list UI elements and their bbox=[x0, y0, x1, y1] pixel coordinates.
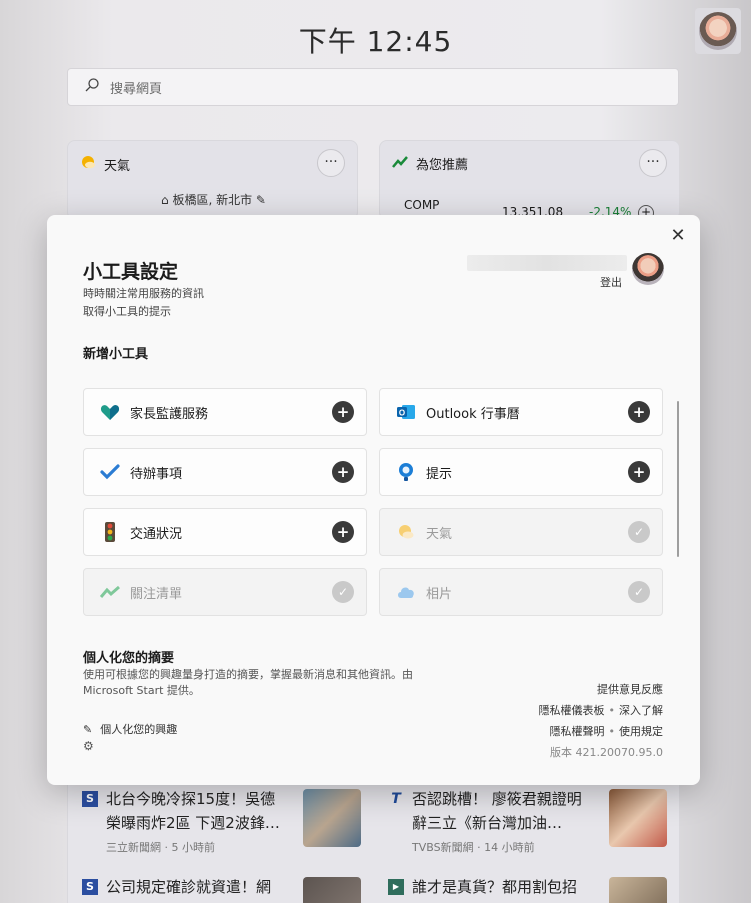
feedback-link[interactable]: 提供意見反應 bbox=[597, 683, 663, 696]
terms-link[interactable]: 使用規定 bbox=[619, 725, 663, 738]
sanli-source-icon: S bbox=[82, 879, 98, 895]
close-icon[interactable]: ✕ bbox=[668, 227, 688, 247]
widget-tile-traffic[interactable]: 交通狀況 + bbox=[83, 508, 367, 556]
add-widget-button[interactable]: + bbox=[332, 401, 354, 423]
version-text: 版本 421.20070.95.0 bbox=[550, 746, 663, 759]
widget-tile-outlook[interactable]: O Outlook 行事曆 + bbox=[379, 388, 663, 436]
learn-more-link[interactable]: 深入了解 bbox=[619, 704, 663, 717]
widget-tile-photos: 相片 ✓ bbox=[379, 568, 663, 616]
weather-sun-icon bbox=[80, 154, 96, 174]
add-widgets-heading: 新增小工具 bbox=[83, 347, 149, 362]
news-source-icon: ▶ bbox=[388, 879, 404, 895]
weather-widget[interactable]: 天氣 ··· ⌂ 板橋區, 新北市 ✎ bbox=[67, 140, 358, 220]
edit-pencil-icon: ✎ bbox=[83, 722, 93, 736]
personalize-description: 使用可根據您的興趣量身打造的摘要，掌握最新消息和其他資訊。由 Microsoft… bbox=[83, 668, 413, 697]
weather-sun-icon bbox=[396, 522, 416, 542]
news-source: 三立新聞網 · 5 小時前 bbox=[106, 841, 215, 854]
traffic-light-icon bbox=[100, 522, 120, 542]
add-widget-button[interactable]: + bbox=[332, 461, 354, 483]
avatar bbox=[699, 12, 737, 50]
tvbs-source-icon: T bbox=[391, 791, 401, 807]
privacy-dashboard-link[interactable]: 隱私權儀表板 bbox=[539, 704, 605, 717]
widget-label: 待辦事項 bbox=[130, 466, 183, 482]
news-source: TVBS新聞網 · 14 小時前 bbox=[412, 841, 535, 854]
search-placeholder: 搜尋網頁 bbox=[110, 81, 163, 97]
separator-dot: • bbox=[608, 704, 616, 717]
translate-icon[interactable]: ⚙ bbox=[83, 739, 94, 753]
news-thumbnail bbox=[609, 789, 667, 847]
widget-tile-weather: 天氣 ✓ bbox=[379, 508, 663, 556]
user-avatar-button[interactable] bbox=[695, 8, 741, 54]
dialog-title: 小工具設定 bbox=[83, 261, 179, 283]
widget-label: 相片 bbox=[426, 586, 453, 602]
news-item[interactable]: T 否認跳槽！ 廖筱君親證明辭三立《新台灣加油… TVBS新聞網 · 14 小時… bbox=[388, 787, 667, 855]
search-box[interactable]: 搜尋網頁 bbox=[67, 68, 679, 106]
stock-widget[interactable]: 為您推薦 ··· COMP 13,351.08 -2.14% + bbox=[379, 140, 680, 221]
personalize-link-label: 個人化您的興趣 bbox=[100, 723, 178, 736]
photos-cloud-icon bbox=[396, 582, 416, 602]
widget-label: 家長監護服務 bbox=[130, 406, 209, 422]
added-check-icon: ✓ bbox=[628, 521, 650, 543]
widget-settings-dialog: ✕ 小工具設定 時時關注常用服務的資訊 取得小工具的提示 登出 新增小工具 家長… bbox=[47, 215, 700, 785]
news-feed: S 北台今晚冷探15度！吳德榮曝雨炸2區 下週2波鋒… 三立新聞網 · 5 小時… bbox=[67, 770, 680, 903]
personalize-interests-link[interactable]: ✎ 個人化您的興趣 bbox=[83, 721, 177, 737]
news-thumbnail bbox=[303, 789, 361, 847]
scrollbar[interactable] bbox=[677, 401, 679, 557]
edit-pencil-icon[interactable]: ✎ bbox=[256, 193, 266, 207]
clock-time: 下午 12:45 bbox=[298, 25, 453, 58]
weather-location: 板橋區, 新北市 bbox=[172, 193, 253, 207]
news-title: 北台今晚冷探15度！吳德榮曝雨炸2區 下週2波鋒… bbox=[106, 790, 280, 832]
added-check-icon: ✓ bbox=[628, 581, 650, 603]
news-title: 公司規定確診就資遣！網 bbox=[106, 878, 272, 896]
widget-label: Outlook 行事曆 bbox=[426, 406, 520, 422]
add-widget-button[interactable]: + bbox=[628, 461, 650, 483]
news-thumbnail bbox=[303, 877, 361, 903]
widget-label: 天氣 bbox=[426, 526, 453, 542]
add-widget-button[interactable]: + bbox=[628, 401, 650, 423]
dialog-subtitle: 時時關注常用服務的資訊 bbox=[83, 287, 204, 300]
signout-link[interactable]: 登出 bbox=[600, 274, 622, 290]
news-thumbnail bbox=[609, 877, 667, 903]
family-heart-icon bbox=[100, 402, 120, 422]
account-name-redacted bbox=[467, 255, 627, 271]
widget-tile-tips[interactable]: 提示 + bbox=[379, 448, 663, 496]
widget-label: 關注清單 bbox=[130, 586, 183, 602]
svg-text:O: O bbox=[399, 409, 405, 418]
widget-tile-watchlist: 關注清單 ✓ bbox=[83, 568, 367, 616]
add-widget-button[interactable]: + bbox=[332, 521, 354, 543]
widget-tips-link[interactable]: 取得小工具的提示 bbox=[83, 303, 171, 319]
widget-label: 提示 bbox=[426, 466, 453, 482]
sanli-source-icon: S bbox=[82, 791, 98, 807]
widget-tile-family[interactable]: 家長監護服務 + bbox=[83, 388, 367, 436]
added-check-icon: ✓ bbox=[332, 581, 354, 603]
stock-more-button[interactable]: ··· bbox=[639, 149, 667, 177]
search-icon bbox=[84, 77, 100, 97]
footer-links: 提供意見反應 隱私權儀表板 • 深入了解 隱私權聲明 • 使用規定 版本 421.200… bbox=[539, 679, 664, 763]
news-title: 誰才是真貨？都用割包招 bbox=[412, 878, 578, 896]
privacy-statement-link[interactable]: 隱私權聲明 bbox=[550, 725, 605, 738]
stock-widget-title: 為您推薦 bbox=[416, 158, 469, 173]
weather-more-button[interactable]: ··· bbox=[317, 149, 345, 177]
separator-dot: • bbox=[608, 725, 616, 738]
widget-tile-todo[interactable]: 待辦事項 + bbox=[83, 448, 367, 496]
news-title: 否認跳槽！ 廖筱君親證明辭三立《新台灣加油… bbox=[412, 790, 582, 832]
tips-bulb-icon bbox=[396, 462, 416, 482]
weather-widget-title: 天氣 bbox=[104, 158, 131, 174]
watchlist-chart-icon bbox=[100, 582, 120, 602]
stock-trend-icon bbox=[392, 155, 408, 173]
stock-symbol: COMP bbox=[404, 198, 440, 212]
outlook-calendar-icon: O bbox=[396, 402, 416, 422]
home-icon: ⌂ bbox=[161, 193, 169, 207]
personalize-heading: 個人化您的摘要 bbox=[83, 651, 175, 666]
todo-check-icon bbox=[100, 462, 120, 482]
widget-label: 交通狀況 bbox=[130, 526, 183, 542]
news-item[interactable]: S 公司規定確診就資遣！網 bbox=[82, 875, 361, 903]
account-avatar bbox=[632, 253, 664, 285]
news-item[interactable]: ▶ 誰才是真貨？都用割包招 bbox=[388, 875, 667, 903]
news-item[interactable]: S 北台今晚冷探15度！吳德榮曝雨炸2區 下週2波鋒… 三立新聞網 · 5 小時… bbox=[82, 787, 361, 855]
